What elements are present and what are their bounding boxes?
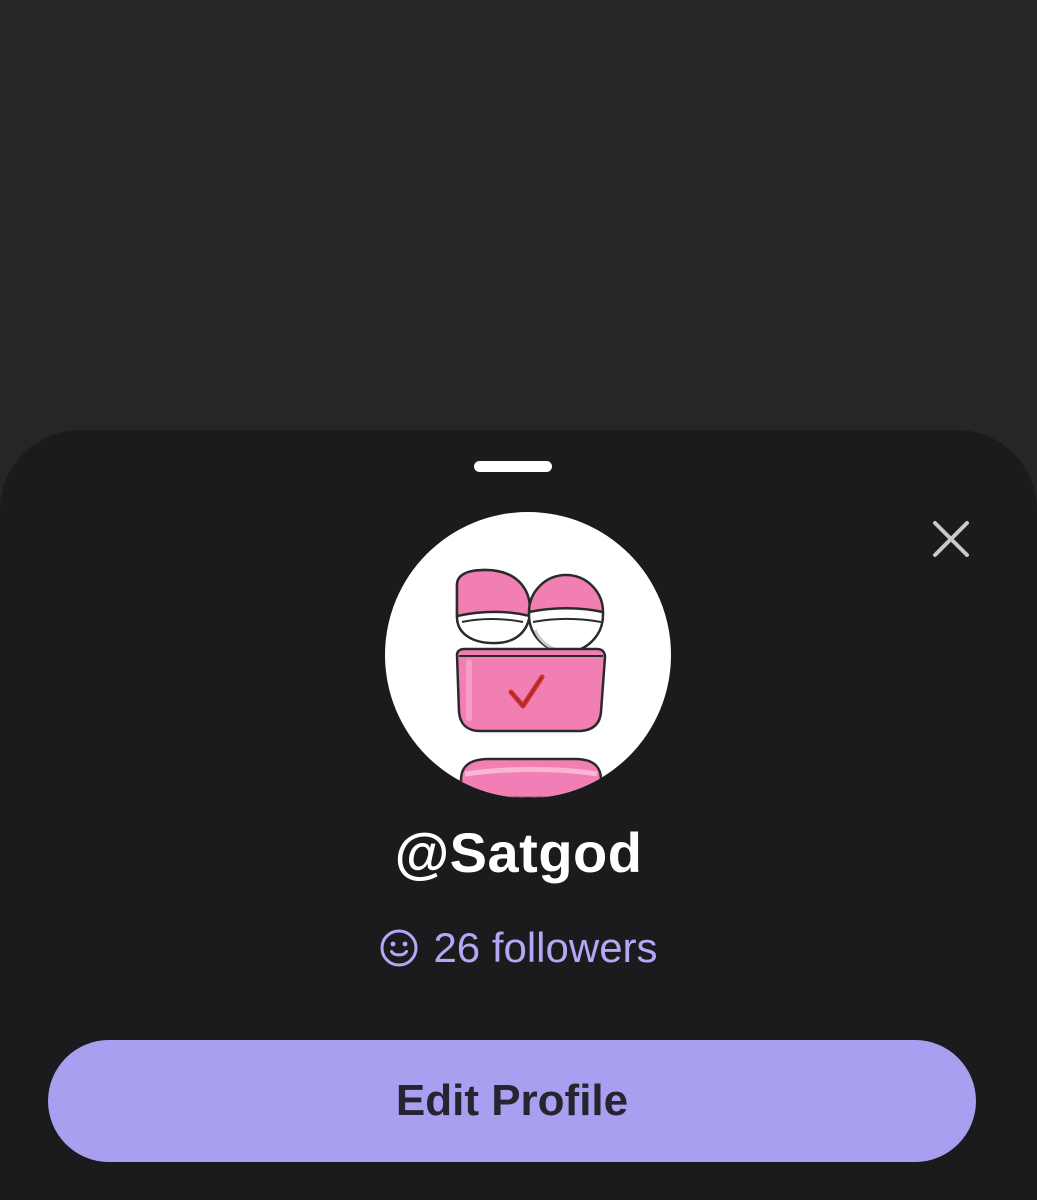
profile-username: @Satgod [394,821,643,884]
edit-profile-label: Edit Profile [395,1076,629,1125]
left-eye [455,568,532,645]
edit-profile-button[interactable]: Edit Profile [48,1040,976,1162]
drag-handle[interactable] [474,461,552,472]
right-eye [527,573,605,654]
pink-character-avatar-image [455,568,607,798]
followers-label: 26 followers [433,924,658,971]
character-body [455,647,607,733]
close-icon [933,521,969,557]
profile-bottom-sheet: @Satgod 26 followers Edit Profile [0,430,1037,1200]
followers-count[interactable]: 26 followers [0,924,1037,972]
avatar [385,512,671,798]
smiley-face-icon [380,929,418,967]
character-lower-body [459,757,603,798]
close-button[interactable] [922,510,980,568]
